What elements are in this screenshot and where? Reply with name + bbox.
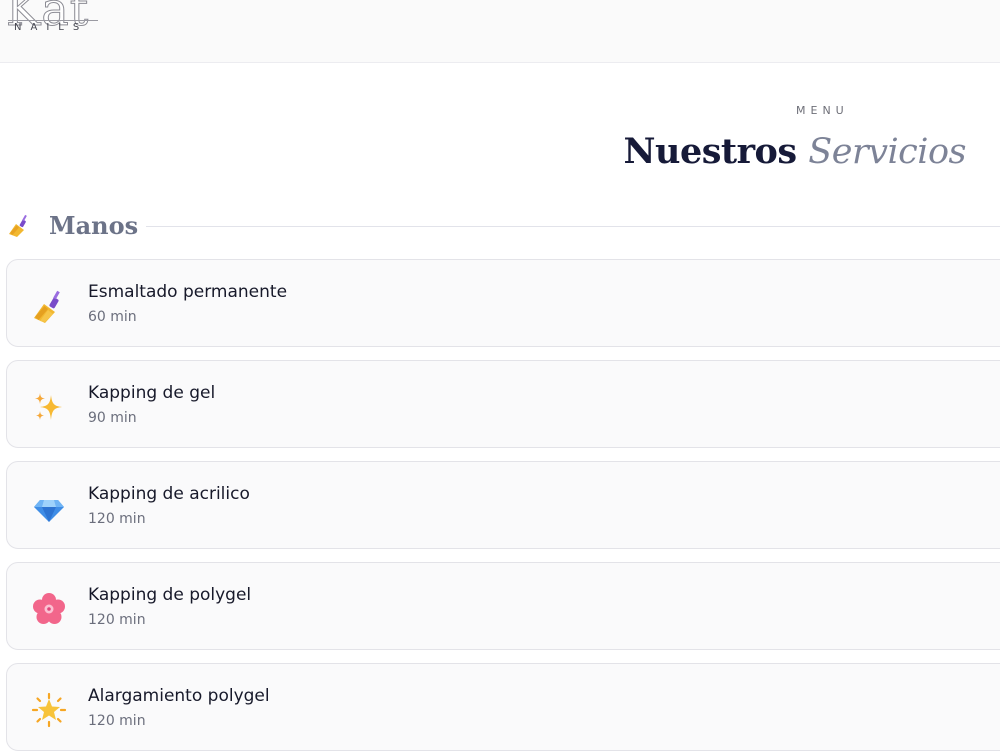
- service-duration: 60 min: [88, 309, 137, 325]
- service-card[interactable]: Esmaltado permanente 60 min: [6, 259, 1000, 347]
- service-card[interactable]: Kapping de gel 90 min: [6, 360, 1000, 448]
- service-duration: 120 min: [88, 511, 146, 527]
- service-card[interactable]: Kapping de acrilico 120 min: [6, 461, 1000, 549]
- service-duration: 120 min: [88, 612, 146, 628]
- service-name: Kapping de gel: [88, 383, 216, 403]
- page-title-main: Nuestros: [623, 131, 798, 172]
- gem-icon: [31, 490, 67, 526]
- nail-polish-icon: [31, 288, 67, 324]
- top-bar: Kat NAILS: [0, 0, 1000, 63]
- section-divider: [146, 226, 1000, 227]
- page-title-accent: Servicios: [808, 132, 966, 172]
- menu-eyebrow: MENU: [796, 104, 849, 117]
- logo-divider: [8, 20, 98, 21]
- logo-subtitle: NAILS: [14, 22, 89, 33]
- service-duration: 120 min: [88, 713, 146, 729]
- section-title: Manos: [49, 211, 139, 240]
- nail-polish-icon: [8, 214, 32, 238]
- page-title: Nuestros Servicios: [623, 130, 967, 174]
- service-name: Esmaltado permanente: [88, 282, 288, 302]
- cherry-blossom-icon: [31, 591, 67, 627]
- service-name: Kapping de polygel: [88, 585, 252, 605]
- service-duration: 90 min: [88, 410, 137, 426]
- glowing-star-icon: [31, 692, 67, 728]
- sparkles-icon: [31, 389, 67, 425]
- service-card[interactable]: Kapping de polygel 120 min: [6, 562, 1000, 650]
- service-name: Kapping de acrilico: [88, 484, 250, 504]
- service-name: Alargamiento polygel: [88, 686, 270, 706]
- section-manos: Manos: [8, 208, 1000, 244]
- brand-logo[interactable]: Kat NAILS: [5, 0, 100, 50]
- service-card[interactable]: Alargamiento polygel 120 min: [6, 663, 1000, 751]
